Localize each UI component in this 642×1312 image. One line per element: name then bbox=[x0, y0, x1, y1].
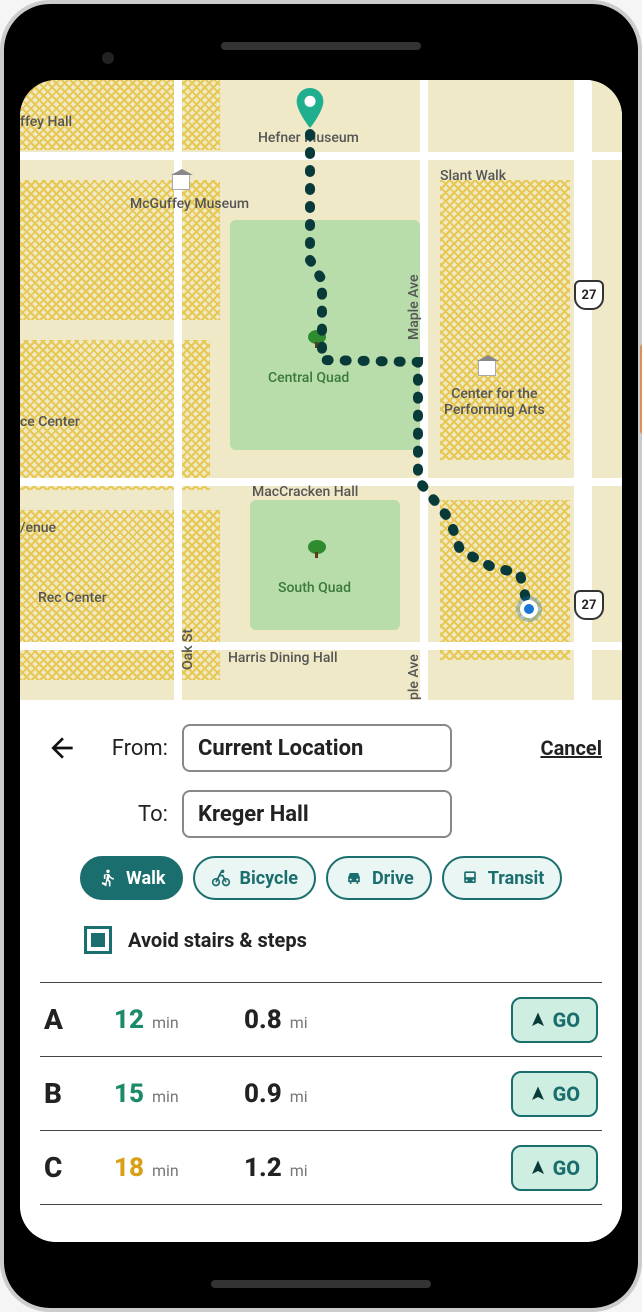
go-button[interactable]: GO bbox=[511, 997, 598, 1043]
cancel-link[interactable]: Cancel bbox=[540, 736, 602, 760]
go-label: GO bbox=[553, 1008, 580, 1032]
avoid-stairs-checkbox[interactable] bbox=[84, 926, 112, 954]
go-label: GO bbox=[553, 1156, 580, 1180]
route-letter: C bbox=[44, 1151, 114, 1184]
map-label: ffey Hall bbox=[20, 114, 72, 130]
route-letter: B bbox=[44, 1077, 114, 1110]
phone-frame: Hefner Museum McGuffey Museum Slant Walk… bbox=[0, 0, 642, 1312]
map-label: Hefner Museum bbox=[258, 130, 359, 146]
map-label: South Quad bbox=[278, 580, 351, 596]
go-label: GO bbox=[553, 1082, 580, 1106]
destination-pin-icon bbox=[296, 88, 324, 128]
mode-label: Drive bbox=[372, 868, 414, 889]
car-icon bbox=[344, 868, 364, 888]
mode-label: Walk bbox=[126, 868, 165, 889]
route-time: 15 min bbox=[114, 1079, 244, 1109]
map-label: Slant Walk bbox=[440, 168, 506, 184]
route-distance: 1.2 mi bbox=[244, 1153, 384, 1183]
map-label: /enue bbox=[20, 520, 56, 536]
route-distance: 0.8 mi bbox=[244, 1005, 384, 1035]
tree-icon bbox=[308, 540, 326, 558]
screen: Hefner Museum McGuffey Museum Slant Walk… bbox=[20, 80, 622, 1242]
to-label: To: bbox=[98, 802, 168, 827]
map-label: Harris Dining Hall bbox=[228, 650, 338, 666]
navigate-icon bbox=[529, 1085, 547, 1103]
mode-walk[interactable]: Walk bbox=[80, 856, 183, 900]
map-label: ple Ave bbox=[406, 654, 422, 700]
to-input[interactable]: Kreger Hall bbox=[182, 790, 452, 838]
route-distance: 0.9 mi bbox=[244, 1079, 384, 1109]
avoid-stairs-label: Avoid stairs & steps bbox=[128, 928, 307, 952]
navigate-icon bbox=[529, 1011, 547, 1029]
from-input[interactable]: Current Location bbox=[182, 724, 452, 772]
from-input-value: Current Location bbox=[198, 736, 363, 761]
arrow-left-icon bbox=[46, 732, 78, 764]
navigate-icon bbox=[529, 1159, 547, 1177]
walk-icon bbox=[98, 868, 118, 888]
map-label: Center for the Performing Arts bbox=[444, 386, 545, 418]
route-option[interactable]: B 15 min 0.9 mi GO bbox=[40, 1057, 602, 1131]
mode-bicycle[interactable]: Bicycle bbox=[193, 856, 315, 900]
mode-label: Transit bbox=[488, 868, 545, 889]
map-label: ce Center bbox=[20, 414, 80, 430]
theater-icon bbox=[478, 360, 496, 376]
route-option[interactable]: C 18 min 1.2 mi GO bbox=[40, 1131, 602, 1205]
directions-panel: From: Current Location Cancel To: Kreger… bbox=[20, 700, 622, 1242]
map-label: Rec Center bbox=[38, 590, 107, 606]
from-label: From: bbox=[98, 736, 168, 761]
map-label: McGuffey Museum bbox=[130, 196, 249, 212]
route-time: 18 min bbox=[114, 1153, 244, 1183]
highway-shield: 27 bbox=[574, 590, 604, 620]
tree-icon bbox=[308, 330, 326, 348]
current-location-dot bbox=[520, 600, 538, 618]
to-input-value: Kreger Hall bbox=[198, 802, 309, 827]
map[interactable]: Hefner Museum McGuffey Museum Slant Walk… bbox=[20, 80, 622, 700]
map-label: Central Quad bbox=[268, 370, 349, 386]
back-button[interactable] bbox=[40, 726, 84, 770]
map-label: Maple Ave bbox=[406, 274, 422, 340]
map-label: MacCracken Hall bbox=[252, 484, 358, 500]
mode-label: Bicycle bbox=[239, 868, 297, 889]
highway-shield: 27 bbox=[574, 280, 604, 310]
museum-icon bbox=[172, 174, 190, 190]
route-option[interactable]: A 12 min 0.8 mi GO bbox=[40, 983, 602, 1057]
map-label: Oak St bbox=[180, 629, 196, 670]
route-list: A 12 min 0.8 mi GO B bbox=[40, 982, 602, 1205]
route-letter: A bbox=[44, 1003, 114, 1036]
bicycle-icon bbox=[211, 868, 231, 888]
park-south-quad bbox=[250, 500, 400, 630]
mode-tabs: Walk Bicycle Drive Transit bbox=[36, 856, 606, 900]
camera-dot bbox=[102, 52, 114, 64]
mode-transit[interactable]: Transit bbox=[442, 856, 563, 900]
bus-icon bbox=[460, 868, 480, 888]
route-time: 12 min bbox=[114, 1005, 244, 1035]
mode-drive[interactable]: Drive bbox=[326, 856, 432, 900]
go-button[interactable]: GO bbox=[511, 1145, 598, 1191]
go-button[interactable]: GO bbox=[511, 1071, 598, 1117]
